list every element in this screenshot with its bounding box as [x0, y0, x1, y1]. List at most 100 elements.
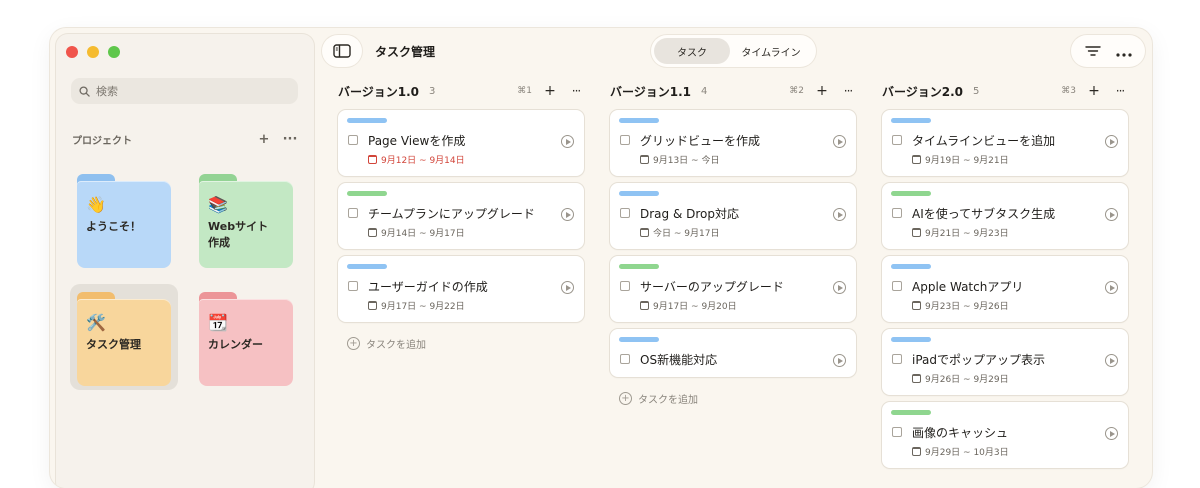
column-more-button[interactable]: ··· — [1112, 84, 1128, 98]
task-checkbox[interactable] — [620, 281, 630, 291]
start-timer-icon[interactable] — [833, 354, 846, 367]
task-date: 9月29日 ~ 10月3日 — [912, 445, 1009, 458]
task-title: ユーザーガイドの作成 — [368, 280, 488, 294]
toggle-sidebar-button[interactable] — [322, 35, 362, 67]
task-card[interactable]: Apple Watchアプリ 9月23日 ~ 9月26日 — [882, 256, 1128, 322]
task-card[interactable]: グリッドビューを作成 9月13日 ~ 今日 — [610, 110, 856, 176]
task-date: 9月26日 ~ 9月29日 — [912, 372, 1009, 385]
add-task-label: タスクを追加 — [638, 395, 698, 406]
start-timer-icon[interactable] — [833, 208, 846, 221]
task-checkbox[interactable] — [348, 208, 358, 218]
sidebar-icon — [333, 44, 351, 58]
start-timer-icon[interactable] — [1105, 354, 1118, 367]
add-task-label: タスクを追加 — [366, 340, 426, 351]
column-more-button[interactable]: ··· — [568, 84, 584, 98]
task-checkbox[interactable] — [892, 208, 902, 218]
task-date: 9月13日 ~ 今日 — [640, 153, 719, 166]
project-folder[interactable]: 👋 ようこそ！ — [77, 174, 171, 268]
task-checkbox[interactable] — [348, 281, 358, 291]
start-timer-icon[interactable] — [833, 281, 846, 294]
label-tag — [619, 191, 659, 196]
search-input[interactable] — [96, 84, 266, 98]
task-card[interactable]: AIを使ってサブタスク生成 9月21日 ~ 9月23日 — [882, 183, 1128, 249]
search-icon — [79, 85, 90, 97]
task-checkbox[interactable] — [892, 135, 902, 145]
task-date-text: 9月13日 ~ 今日 — [653, 156, 720, 166]
task-date-text: 今日 ~ 9月17日 — [653, 229, 720, 239]
calendar-icon — [640, 155, 649, 164]
close-window-button[interactable] — [66, 46, 78, 58]
start-timer-icon[interactable] — [561, 135, 574, 148]
task-date-text: 9月14日 ~ 9月17日 — [381, 229, 465, 239]
task-card[interactable]: Page Viewを作成 9月12日 ~ 9月14日 — [338, 110, 584, 176]
label-tag — [619, 118, 659, 123]
task-card[interactable]: チームプランにアップグレード 9月14日 ~ 9月17日 — [338, 183, 584, 249]
task-checkbox[interactable] — [892, 427, 902, 437]
task-checkbox[interactable] — [892, 354, 902, 364]
project-name: ようこそ！ — [86, 220, 141, 233]
add-circle-icon: + — [619, 392, 632, 405]
calendar-icon — [368, 155, 377, 164]
column-count: 5 — [973, 85, 980, 97]
column-more-button[interactable]: ··· — [840, 84, 856, 98]
task-card[interactable]: OS新機能対応 — [610, 329, 856, 377]
filter-button[interactable] — [1084, 42, 1101, 61]
window-controls — [66, 46, 120, 58]
task-date-text: 9月19日 ~ 9月21日 — [925, 156, 1009, 166]
project-emoji-icon: 🛠️ — [86, 313, 106, 332]
start-timer-icon[interactable] — [1105, 427, 1118, 440]
add-card-button[interactable]: + — [814, 83, 830, 99]
add-task-button[interactable]: + タスクを追加 — [347, 336, 584, 351]
task-checkbox[interactable] — [892, 281, 902, 291]
task-date: 9月14日 ~ 9月17日 — [368, 226, 465, 239]
tab-timeline[interactable]: タイムライン — [730, 38, 812, 64]
label-tag — [619, 337, 659, 342]
start-timer-icon[interactable] — [1105, 135, 1118, 148]
start-timer-icon[interactable] — [1105, 208, 1118, 221]
add-card-button[interactable]: + — [542, 83, 558, 99]
column-shortcut: ⌘2 — [789, 86, 804, 96]
project-folder[interactable]: 🛠️ タスク管理 — [77, 292, 171, 386]
calendar-icon — [912, 374, 921, 383]
task-checkbox[interactable] — [620, 208, 630, 218]
add-task-button[interactable]: + タスクを追加 — [619, 391, 856, 406]
add-project-button[interactable]: + — [254, 132, 274, 147]
zoom-window-button[interactable] — [108, 46, 120, 58]
view-switcher: タスク タイムライン — [651, 35, 816, 67]
label-tag — [891, 337, 931, 342]
project-folder[interactable]: 📆 カレンダー — [199, 292, 293, 386]
task-checkbox[interactable] — [620, 354, 630, 364]
task-card[interactable]: ユーザーガイドの作成 9月17日 ~ 9月22日 — [338, 256, 584, 322]
start-timer-icon[interactable] — [1105, 281, 1118, 294]
projects-more-button[interactable]: ··· — [280, 132, 300, 147]
start-timer-icon[interactable] — [833, 135, 846, 148]
page-title: タスク管理 — [375, 45, 436, 59]
task-date: 9月17日 ~ 9月22日 — [368, 299, 465, 312]
project-name: カレンダー — [208, 338, 263, 351]
column-header: バージョン1.1 4 ⌘2 + ··· — [610, 78, 856, 104]
task-card[interactable]: サーバーのアップグレード 9月17日 ~ 9月20日 — [610, 256, 856, 322]
task-card[interactable]: Drag & Drop対応 今日 ~ 9月17日 — [610, 183, 856, 249]
project-folder[interactable]: 📚 Webサイト 作成 — [199, 174, 293, 268]
task-date: 9月17日 ~ 9月20日 — [640, 299, 737, 312]
task-date: 9月21日 ~ 9月23日 — [912, 226, 1009, 239]
task-checkbox[interactable] — [348, 135, 358, 145]
add-card-button[interactable]: + — [1086, 83, 1102, 99]
start-timer-icon[interactable] — [561, 281, 574, 294]
task-title: AIを使ってサブタスク生成 — [912, 207, 1056, 221]
task-title: iPadでポップアップ表示 — [912, 353, 1046, 367]
task-card[interactable]: タイムラインビューを追加 9月19日 ~ 9月21日 — [882, 110, 1128, 176]
task-card[interactable]: iPadでポップアップ表示 9月26日 ~ 9月29日 — [882, 329, 1128, 395]
task-title: 画像のキャッシュ — [912, 426, 1009, 440]
task-card[interactable]: 画像のキャッシュ 9月29日 ~ 10月3日 — [882, 402, 1128, 468]
search-field[interactable] — [71, 78, 298, 104]
calendar-icon — [640, 301, 649, 310]
task-checkbox[interactable] — [620, 135, 630, 145]
projects-header-label: プロジェクト — [72, 136, 132, 147]
more-options-button[interactable] — [1115, 42, 1132, 61]
project-emoji-icon: 📆 — [208, 313, 228, 332]
task-title: Page Viewを作成 — [368, 134, 466, 148]
tab-tasks[interactable]: タスク — [654, 38, 730, 64]
minimize-window-button[interactable] — [87, 46, 99, 58]
start-timer-icon[interactable] — [561, 208, 574, 221]
